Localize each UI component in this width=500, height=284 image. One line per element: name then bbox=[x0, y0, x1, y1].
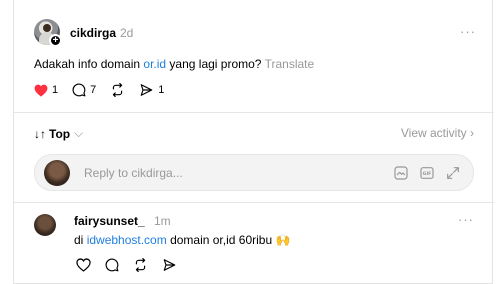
post: + cikdirga 2d ··· Adakah info domain or.… bbox=[14, 0, 494, 112]
svg-text:GIF: GIF bbox=[423, 171, 432, 177]
chevron-down-icon: ⌵ bbox=[74, 126, 84, 140]
reply-input[interactable]: Reply to cikdirga... GIF bbox=[34, 154, 474, 191]
thread-card: + cikdirga 2d ··· Adakah info domain or.… bbox=[13, 0, 494, 284]
translate-link[interactable]: Translate bbox=[265, 57, 315, 71]
comment-more-icon[interactable]: ··· bbox=[458, 212, 474, 227]
comment-avatar[interactable] bbox=[34, 214, 56, 236]
post-text-after: yang lagi promo? bbox=[166, 57, 262, 71]
comment-repost-button[interactable] bbox=[133, 258, 148, 272]
sort-arrows-icon: ↓↑ bbox=[34, 126, 46, 141]
comment-text-before: di bbox=[74, 233, 87, 247]
like-count: 1 bbox=[52, 84, 59, 96]
post-username[interactable]: cikdirga bbox=[70, 26, 116, 40]
post-text-before: Adakah info domain bbox=[34, 57, 144, 71]
post-text: Adakah info domain or.id yang lagi promo… bbox=[34, 57, 314, 71]
comment-username[interactable]: fairysunset_ bbox=[74, 214, 145, 228]
sort-label: Top bbox=[49, 126, 71, 141]
post-avatar[interactable]: + bbox=[34, 19, 62, 47]
comment-time: 1m bbox=[154, 214, 171, 228]
repost-icon bbox=[135, 258, 146, 272]
post-time: 2d bbox=[120, 26, 134, 40]
follow-plus-icon[interactable]: + bbox=[49, 34, 62, 47]
send-icon bbox=[140, 84, 153, 96]
comment-share-button[interactable] bbox=[162, 258, 177, 272]
expand-icon[interactable] bbox=[445, 165, 461, 181]
send-icon bbox=[163, 259, 176, 271]
repost-button[interactable] bbox=[110, 83, 125, 97]
image-icon[interactable] bbox=[393, 165, 409, 181]
like-button[interactable]: 1 bbox=[34, 84, 58, 97]
heart-icon bbox=[76, 258, 91, 272]
post-link[interactable]: or.id bbox=[143, 57, 166, 71]
comment-text: di idwebhost.com domain or,id 60ribu 🙌 bbox=[74, 233, 290, 247]
avatar bbox=[44, 160, 70, 186]
comment-actions bbox=[76, 258, 191, 272]
comment-icon bbox=[105, 258, 119, 272]
repost-icon bbox=[113, 83, 123, 97]
view-activity-link[interactable]: View activity › bbox=[401, 126, 474, 140]
comment-link[interactable]: idwebhost.com bbox=[87, 233, 167, 247]
share-button[interactable]: 1 bbox=[139, 83, 164, 97]
gif-icon[interactable]: GIF bbox=[419, 165, 435, 181]
comment-count: 7 bbox=[90, 84, 97, 96]
comment-icon bbox=[72, 83, 86, 97]
post-actions: 1 7 1 bbox=[34, 81, 178, 99]
comment-text-after: domain or,id 60ribu 🙌 bbox=[166, 233, 291, 247]
reply-placeholder: Reply to cikdirga... bbox=[84, 166, 183, 180]
sort-dropdown[interactable]: ↓↑ Top ⌵ bbox=[34, 126, 83, 141]
divider bbox=[14, 202, 494, 203]
comment-like-button[interactable] bbox=[76, 258, 91, 272]
divider bbox=[14, 112, 494, 113]
share-count: 1 bbox=[158, 84, 165, 96]
comment-button[interactable]: 7 bbox=[72, 83, 96, 97]
post-more-icon[interactable]: ··· bbox=[460, 24, 476, 39]
comment-reply-button[interactable] bbox=[105, 258, 119, 272]
reply-icons: GIF bbox=[383, 165, 461, 181]
heart-filled-icon bbox=[34, 84, 48, 97]
